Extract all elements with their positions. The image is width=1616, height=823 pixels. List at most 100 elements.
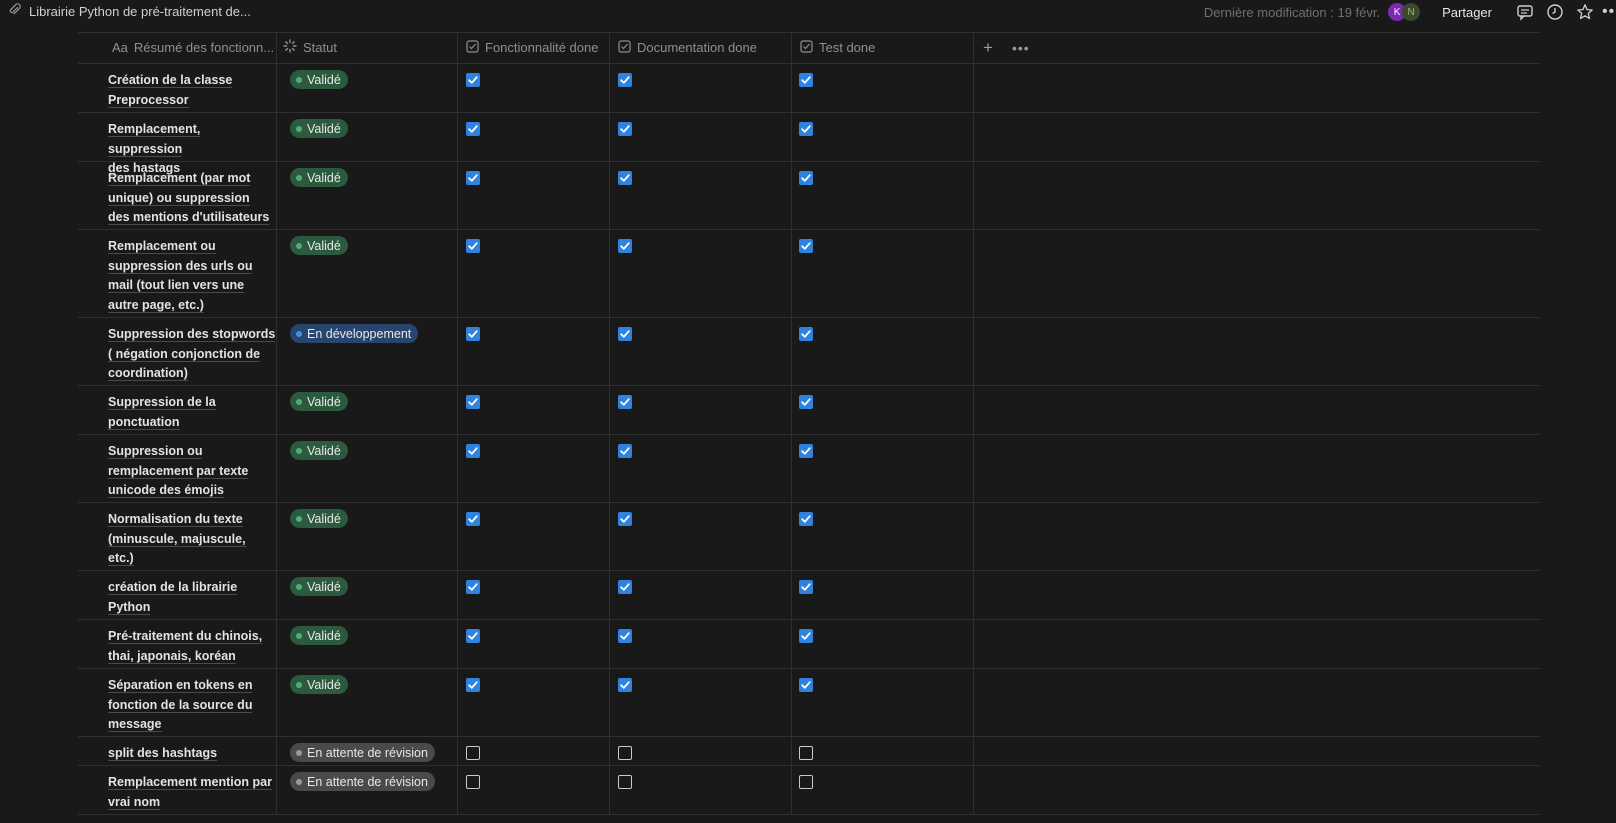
table-row[interactable]: Remplacement mention par vrai nom En atten… bbox=[78, 765, 1540, 814]
func-done-checkbox[interactable] bbox=[466, 327, 480, 341]
status-badge[interactable]: Validé bbox=[290, 509, 348, 528]
doc-done-checkbox[interactable] bbox=[618, 444, 632, 458]
doc-done-checkbox[interactable] bbox=[618, 580, 632, 594]
func-done-checkbox[interactable] bbox=[466, 580, 480, 594]
status-badge[interactable]: En attente de révision bbox=[290, 772, 435, 791]
func-done-checkbox[interactable] bbox=[466, 746, 480, 760]
doc-done-checkbox[interactable] bbox=[618, 678, 632, 692]
doc-done-checkbox[interactable] bbox=[618, 746, 632, 760]
status-label: Validé bbox=[307, 677, 341, 692]
func-done-checkbox[interactable] bbox=[466, 239, 480, 253]
status-dot-icon bbox=[296, 398, 302, 405]
func-done-checkbox[interactable] bbox=[466, 122, 480, 136]
table-row[interactable]: Normalisation du texte (minuscule, majusc… bbox=[78, 502, 1540, 570]
table-row[interactable]: Remplacement (par mot unique) ou suppress… bbox=[78, 161, 1540, 229]
page-breadcrumb[interactable]: Librairie Python de pré-traitement de... bbox=[8, 3, 251, 20]
doc-done-checkbox[interactable] bbox=[618, 629, 632, 643]
table-row[interactable]: Suppression de la ponctuation Validé bbox=[78, 385, 1540, 434]
status-badge[interactable]: Validé bbox=[290, 70, 348, 89]
row-title[interactable]: Pré-traitement du chinois, thai, japonais… bbox=[108, 627, 278, 666]
clock-icon[interactable] bbox=[1544, 1, 1566, 23]
status-badge[interactable]: Validé bbox=[290, 119, 348, 138]
comment-icon[interactable] bbox=[1514, 1, 1536, 23]
test-done-checkbox[interactable] bbox=[799, 73, 813, 87]
row-title[interactable]: Suppression ou remplacement par texte unic… bbox=[108, 442, 278, 501]
row-title[interactable]: Création de la classe Preprocessor bbox=[108, 71, 278, 110]
row-title[interactable]: Suppression de la ponctuation bbox=[108, 393, 278, 432]
share-button[interactable]: Partager bbox=[1442, 5, 1492, 20]
status-badge[interactable]: Validé bbox=[290, 236, 348, 255]
star-icon[interactable] bbox=[1574, 1, 1596, 23]
test-done-checkbox[interactable] bbox=[799, 746, 813, 760]
more-options-icon[interactable]: ••• bbox=[1602, 3, 1616, 21]
test-done-checkbox[interactable] bbox=[799, 395, 813, 409]
add-property-button[interactable]: + bbox=[983, 32, 993, 63]
func-done-checkbox[interactable] bbox=[466, 171, 480, 185]
test-done-checkbox[interactable] bbox=[799, 629, 813, 643]
doc-done-checkbox[interactable] bbox=[618, 122, 632, 136]
row-title-line: Remplacement mention par bbox=[108, 775, 272, 790]
func-done-checkbox[interactable] bbox=[466, 678, 480, 692]
func-done-checkbox[interactable] bbox=[466, 629, 480, 643]
test-done-checkbox[interactable] bbox=[799, 327, 813, 341]
status-badge[interactable]: En développement bbox=[290, 324, 419, 343]
test-done-checkbox[interactable] bbox=[799, 678, 813, 692]
func-done-checkbox[interactable] bbox=[466, 444, 480, 458]
more-options-icon[interactable]: ••• bbox=[1012, 32, 1030, 63]
test-done-checkbox[interactable] bbox=[799, 122, 813, 136]
test-done-checkbox[interactable] bbox=[799, 171, 813, 185]
doc-done-checkbox[interactable] bbox=[618, 512, 632, 526]
column-header-func-done[interactable]: Fonctionnalité done bbox=[466, 32, 598, 63]
row-title[interactable]: Séparation en tokens en fonction de la so… bbox=[108, 676, 278, 735]
status-badge[interactable]: Validé bbox=[290, 626, 348, 645]
func-done-checkbox[interactable] bbox=[466, 512, 480, 526]
status-badge[interactable]: Validé bbox=[290, 441, 348, 460]
column-header-test-done[interactable]: Test done bbox=[800, 32, 875, 63]
status-badge[interactable]: Validé bbox=[290, 392, 348, 411]
status-badge[interactable]: En attente de révision bbox=[290, 743, 435, 762]
status-badge[interactable]: Validé bbox=[290, 577, 348, 596]
table-row[interactable]: split des hashtags En attente de révision bbox=[78, 736, 1540, 765]
doc-done-checkbox[interactable] bbox=[618, 775, 632, 789]
row-title-line: Création de la classe bbox=[108, 73, 233, 88]
page-title[interactable]: Librairie Python de pré-traitement de... bbox=[29, 4, 251, 19]
test-done-checkbox[interactable] bbox=[799, 239, 813, 253]
doc-done-checkbox[interactable] bbox=[618, 395, 632, 409]
column-header-summary[interactable]: Aa Résumé des fonctionn... bbox=[112, 32, 274, 63]
func-done-checkbox[interactable] bbox=[466, 395, 480, 409]
table-row[interactable]: Suppression des stopwords ( négation conj… bbox=[78, 317, 1540, 385]
func-done-checkbox[interactable] bbox=[466, 73, 480, 87]
test-done-checkbox[interactable] bbox=[799, 444, 813, 458]
doc-done-checkbox[interactable] bbox=[618, 327, 632, 341]
status-badge[interactable]: Validé bbox=[290, 168, 348, 187]
status-dot-icon bbox=[296, 125, 302, 132]
table-row[interactable]: Pré-traitement du chinois, thai, japonais… bbox=[78, 619, 1540, 668]
row-title[interactable]: Suppression des stopwords ( négation conj… bbox=[108, 325, 278, 384]
table-row[interactable]: Remplacement ou suppression des urls ou ma… bbox=[78, 229, 1540, 317]
doc-done-checkbox[interactable] bbox=[618, 239, 632, 253]
test-done-checkbox[interactable] bbox=[799, 512, 813, 526]
func-done-checkbox[interactable] bbox=[466, 775, 480, 789]
doc-done-checkbox[interactable] bbox=[618, 73, 632, 87]
row-title[interactable]: création de la librairie Python bbox=[108, 578, 278, 617]
table-row[interactable]: Séparation en tokens en fonction de la so… bbox=[78, 668, 1540, 736]
avatar[interactable]: N bbox=[1402, 3, 1421, 21]
row-title[interactable]: Normalisation du texte (minuscule, majusc… bbox=[108, 510, 278, 569]
row-title[interactable]: Remplacement ou suppression des urls ou ma… bbox=[108, 237, 278, 315]
table-row[interactable]: Remplacement, suppression des hastags Vali… bbox=[78, 112, 1540, 176]
status-dot-icon bbox=[296, 632, 302, 639]
status-label: En attente de révision bbox=[307, 745, 428, 760]
test-done-checkbox[interactable] bbox=[799, 775, 813, 789]
doc-done-checkbox[interactable] bbox=[618, 171, 632, 185]
status-badge[interactable]: Validé bbox=[290, 675, 348, 694]
table-row[interactable]: Suppression ou remplacement par texte unic… bbox=[78, 434, 1540, 502]
column-header-doc-done[interactable]: Documentation done bbox=[618, 32, 757, 63]
table-row[interactable]: création de la librairie Python Validé bbox=[78, 570, 1540, 619]
row-title[interactable]: Remplacement (par mot unique) ou suppress… bbox=[108, 169, 278, 228]
column-header-status[interactable]: Statut bbox=[283, 32, 337, 63]
row-title[interactable]: Remplacement mention par vrai nom bbox=[108, 773, 278, 812]
test-done-checkbox[interactable] bbox=[799, 580, 813, 594]
row-title[interactable]: split des hashtags bbox=[108, 744, 278, 764]
status-dot-icon bbox=[296, 749, 302, 756]
table-row[interactable]: Création de la classe Preprocessor Validé bbox=[78, 63, 1540, 112]
